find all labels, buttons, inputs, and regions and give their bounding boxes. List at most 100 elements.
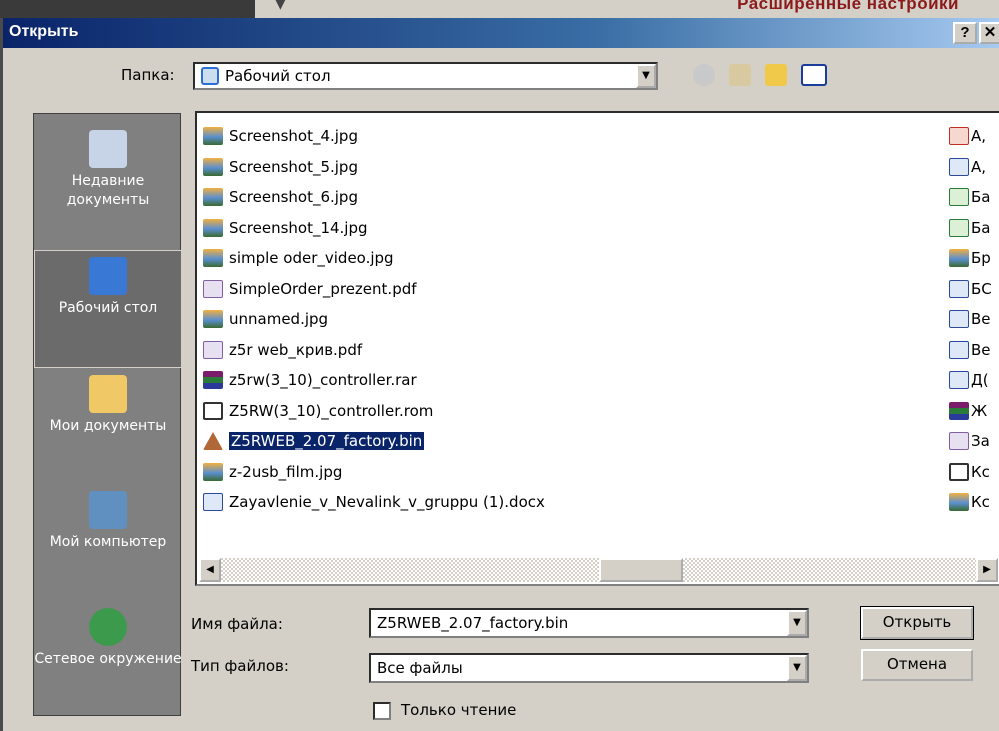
list-item[interactable]: Ж [949, 396, 992, 427]
back-icon[interactable] [693, 64, 715, 86]
pdf-file-icon [203, 340, 223, 359]
scrollbar-thumb[interactable] [599, 558, 683, 582]
place-recent[interactable]: Недавние документы [34, 130, 182, 248]
readonly-label: Только чтение [401, 701, 517, 719]
word-file-icon [949, 310, 969, 329]
open-button[interactable]: Открыть [860, 606, 974, 640]
powerpoint-file-icon [949, 127, 969, 146]
list-item[interactable]: Zayavlenie_v_Nevalink_v_gruppu (1).docx [203, 487, 545, 518]
list-item[interactable]: Screenshot_6.jpg [203, 182, 545, 213]
place-my-computer[interactable]: Мой компьютер [34, 489, 182, 607]
list-item[interactable]: unnamed.jpg [203, 304, 545, 335]
list-item[interactable]: Д( [949, 365, 992, 396]
view-menu-icon[interactable] [801, 64, 827, 86]
excel-file-icon [949, 218, 969, 237]
file-name: simple oder_video.jpg [229, 249, 394, 268]
list-item[interactable]: z5r web_крив.pdf [203, 335, 545, 366]
file-name: SimpleOrder_prezent.pdf [229, 279, 417, 298]
list-item[interactable]: Бр [949, 243, 992, 274]
file-name: Z5RWEB_2.07_factory.bin [227, 431, 426, 452]
archive-file-icon [203, 371, 223, 390]
rom-file-icon [203, 401, 223, 420]
list-item[interactable]: Кс [949, 487, 992, 518]
filename-value: Z5RWEB_2.07_factory.bin [377, 614, 569, 632]
place-my-documents[interactable]: Мои документы [34, 369, 182, 487]
list-item-selected[interactable]: Z5RWEB_2.07_factory.bin [203, 426, 545, 457]
place-network[interactable]: Сетевое окружение [34, 606, 182, 714]
list-item[interactable]: Screenshot_5.jpg [203, 152, 545, 183]
my-documents-icon [89, 375, 127, 413]
background-dark-panel [0, 0, 255, 18]
open-file-dialog: Открыть ? ✕ Папка: Рабочий стол ▼ Недавн… [0, 18, 999, 731]
folder-label: Папка: [121, 66, 175, 84]
filetype-select[interactable]: Все файлы ▼ [369, 653, 809, 683]
filetype-label: Тип файлов: [191, 657, 289, 675]
file-name: Ба [971, 188, 991, 207]
close-button[interactable]: ✕ [979, 22, 999, 44]
file-name: Screenshot_6.jpg [229, 188, 358, 207]
chevron-down-icon[interactable]: ▼ [787, 655, 807, 681]
place-label: Сетевое окружение [34, 651, 182, 667]
places-bar: Недавние документы Рабочий стол Мои доку… [33, 113, 182, 716]
file-column-1: Screenshot_4.jpg Screenshot_5.jpg Screen… [203, 121, 545, 518]
list-item[interactable]: А, [949, 152, 992, 183]
file-name: За [971, 432, 990, 451]
list-item[interactable]: Screenshot_4.jpg [203, 121, 545, 152]
list-item[interactable]: А, [949, 121, 992, 152]
cancel-button[interactable]: Отмена [861, 649, 973, 681]
file-name: Кс [971, 493, 990, 512]
list-item[interactable]: Z5RW(3_10)_controller.rom [203, 396, 545, 427]
title-bar[interactable]: Открыть ? ✕ [3, 18, 999, 48]
list-item[interactable]: simple oder_video.jpg [203, 243, 545, 274]
excel-file-icon [949, 188, 969, 207]
list-item[interactable]: Ве [949, 335, 992, 366]
list-item[interactable]: Screenshot_14.jpg [203, 213, 545, 244]
image-file-icon [203, 310, 223, 329]
file-name: Кс [971, 462, 990, 481]
list-item[interactable]: Ба [949, 213, 992, 244]
filename-field[interactable]: Z5RWEB_2.07_factory.bin ▼ [369, 608, 809, 638]
file-name: Д( [971, 371, 989, 390]
file-column-2: А, А, Ба Ба Бр БС Ве Ве Д( Ж За Кс Кс [949, 121, 992, 518]
file-name: А, [971, 127, 987, 146]
chevron-down-icon[interactable]: ▼ [636, 64, 656, 88]
file-name: Screenshot_14.jpg [229, 218, 368, 237]
list-item[interactable]: Ве [949, 304, 992, 335]
word-file-icon [203, 493, 223, 512]
binary-file-icon [203, 432, 223, 451]
file-name: z-2usb_film.jpg [229, 462, 343, 481]
file-name: Screenshot_4.jpg [229, 127, 358, 146]
word-file-icon [949, 340, 969, 359]
list-item[interactable]: Ба [949, 182, 992, 213]
window-title: Открыть [9, 23, 79, 40]
file-list[interactable]: Screenshot_4.jpg Screenshot_5.jpg Screen… [195, 111, 999, 586]
file-name: z5rw(3_10)_controller.rar [229, 371, 417, 390]
scroll-right-icon[interactable]: ▶ [976, 558, 998, 582]
place-label: Мои документы [49, 418, 167, 434]
folder-select[interactable]: Рабочий стол ▼ [193, 62, 658, 90]
pdf-file-icon [203, 279, 223, 298]
list-item[interactable]: z5rw(3_10)_controller.rar [203, 365, 545, 396]
up-folder-icon[interactable] [729, 64, 751, 86]
new-folder-icon[interactable] [765, 64, 787, 86]
place-label: Рабочий стол [58, 300, 158, 316]
image-file-icon [203, 157, 223, 176]
help-button[interactable]: ? [953, 22, 977, 44]
background-window: ▼ Расширенные настройки [0, 0, 999, 18]
place-desktop[interactable]: Рабочий стол [34, 250, 182, 368]
desktop-icon [201, 67, 219, 85]
scroll-left-icon[interactable]: ◀ [199, 558, 221, 582]
horizontal-scrollbar[interactable]: ◀ ▶ [199, 558, 998, 582]
list-item[interactable]: Кс [949, 457, 992, 488]
image-file-icon [203, 218, 223, 237]
list-item[interactable]: SimpleOrder_prezent.pdf [203, 274, 545, 305]
word-file-icon [949, 157, 969, 176]
chevron-down-icon[interactable]: ▼ [787, 610, 807, 636]
file-name: А, [971, 157, 987, 176]
list-item[interactable]: За [949, 426, 992, 457]
list-item[interactable]: z-2usb_film.jpg [203, 457, 545, 488]
file-name: unnamed.jpg [229, 310, 329, 329]
list-item[interactable]: БС [949, 274, 992, 305]
readonly-checkbox[interactable] [373, 702, 391, 720]
pdf-file-icon [949, 432, 969, 451]
